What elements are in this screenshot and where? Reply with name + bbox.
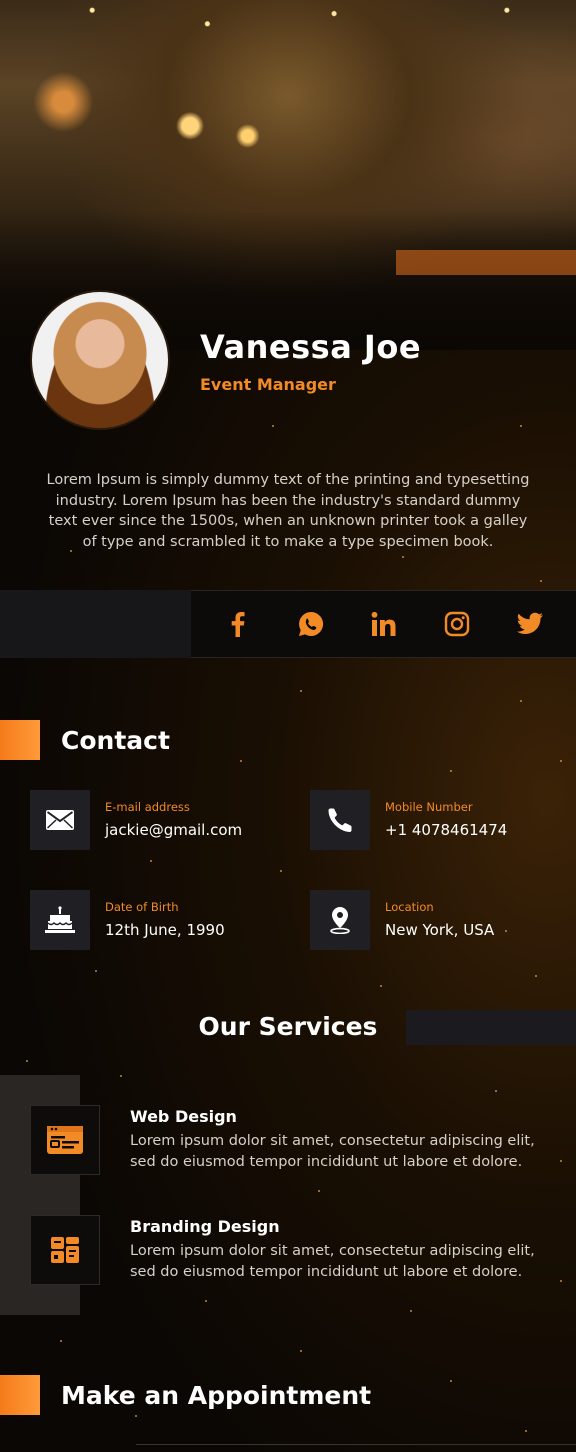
- envelope-icon: [30, 790, 90, 850]
- contact-value: 12th June, 1990: [105, 921, 225, 939]
- contact-label: E-mail address: [105, 800, 190, 814]
- contact-email[interactable]: E-mail address jackie@gmail.com: [30, 790, 242, 850]
- service-item-web-design: Web Design Lorem ipsum dolor sit amet, c…: [30, 1105, 550, 1175]
- service-name: Web Design: [130, 1107, 237, 1126]
- facebook-icon[interactable]: [218, 604, 258, 644]
- location-pin-icon: [310, 890, 370, 950]
- contact-birthday[interactable]: Date of Birth 12th June, 1990: [30, 890, 225, 950]
- service-name: Branding Design: [130, 1217, 280, 1236]
- branding-design-icon: [30, 1215, 100, 1285]
- profile-role: Event Manager: [200, 375, 336, 394]
- appointment-title: Make an Appointment: [61, 1381, 372, 1410]
- phone-icon: [310, 790, 370, 850]
- profile-name: Vanessa Joe: [200, 328, 422, 366]
- web-design-icon: [30, 1105, 100, 1175]
- avatar: [30, 290, 170, 430]
- linkedin-icon[interactable]: [364, 604, 404, 644]
- contact-location[interactable]: Location New York, USA: [310, 890, 494, 950]
- contact-value: +1 4078461474: [385, 821, 508, 839]
- service-item-branding-design: Branding Design Lorem ipsum dolor sit am…: [30, 1215, 550, 1285]
- service-description: Lorem ipsum dolor sit amet, consectetur …: [130, 1243, 535, 1280]
- social-bar-filler: [0, 590, 191, 658]
- whatsapp-icon[interactable]: [291, 604, 331, 644]
- cake-icon: [30, 890, 90, 950]
- contact-value: New York, USA: [385, 921, 495, 939]
- service-description: Lorem ipsum dolor sit amet, consectetur …: [130, 1133, 535, 1170]
- twitter-icon[interactable]: [510, 604, 550, 644]
- contact-label: Location: [385, 900, 434, 914]
- appointment-section-marker: [0, 1375, 40, 1415]
- services-title: Our Services: [198, 1012, 378, 1041]
- contact-phone[interactable]: Mobile Number +1 4078461474: [310, 790, 507, 850]
- contact-label: Date of Birth: [105, 900, 179, 914]
- contact-value: jackie@gmail.com: [105, 821, 243, 839]
- contact-label: Mobile Number: [385, 800, 473, 814]
- social-links-bar: [191, 590, 576, 658]
- profile-bio: Lorem Ipsum is simply dummy text of the …: [46, 472, 530, 550]
- contact-section-marker: [0, 720, 40, 760]
- instagram-icon[interactable]: [437, 604, 477, 644]
- appointment-form-edge: [136, 1444, 576, 1445]
- hero-accent-band: [396, 250, 576, 275]
- contact-title: Contact: [61, 726, 170, 755]
